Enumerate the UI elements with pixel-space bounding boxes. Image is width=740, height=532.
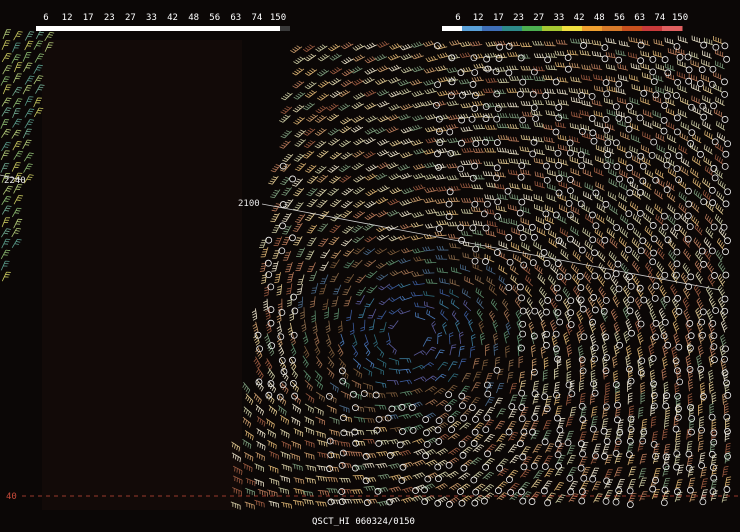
- wind-barb-tick: [685, 124, 687, 129]
- wind-barb-tick: [707, 108, 710, 113]
- wind-barb-tick: [624, 65, 627, 70]
- wind-barb-tick: [356, 300, 362, 303]
- wind-barb-tick: [622, 64, 624, 70]
- wind-barb-tick: [382, 362, 385, 367]
- wind-barb-tick: [559, 215, 562, 221]
- wind-barb-tick: [332, 276, 337, 278]
- wind-barb-tick: [613, 77, 616, 82]
- wind-barb-tick: [514, 194, 516, 200]
- wind-barb-tick: [467, 253, 469, 259]
- wind-barb-tick: [464, 253, 467, 258]
- wind-barb-tick: [543, 230, 545, 235]
- wind-barb-tick: [564, 218, 566, 223]
- wind-barb-tick: [308, 251, 314, 253]
- wind-barb-tick: [667, 133, 669, 139]
- wind-barb-tick: [329, 280, 335, 283]
- wind-barb-tick: [717, 97, 719, 103]
- wind-barb-tick: [307, 253, 312, 256]
- wind-barb-tick: [561, 217, 564, 222]
- wind-barb-tick: [536, 226, 539, 232]
- wind-barb-tick: [584, 111, 586, 116]
- wind-barb-tick: [305, 258, 310, 260]
- wind-barb-tick: [453, 267, 455, 272]
- wind-barb-tick: [494, 222, 496, 227]
- wind-barb-tick: [577, 124, 579, 130]
- wind-barb-tick: [644, 40, 646, 45]
- wind-barb-tick: [385, 363, 387, 368]
- wind-barb-tick: [490, 267, 493, 272]
- wind-barb-tick: [671, 136, 673, 141]
- wind-barb-tick: [687, 125, 689, 130]
- wind-barb-tick: [646, 40, 649, 46]
- wind-barb-tick: [719, 99, 722, 104]
- wind-barb-tick: [488, 266, 490, 271]
- wind-barb-tick: [509, 193, 511, 198]
- wind-barb-tick: [635, 53, 637, 59]
- wind-barb-tick: [486, 265, 488, 270]
- wind-barb-tick: [613, 180, 615, 185]
- wind-barb-tick: [474, 360, 480, 362]
- no-data-swath: [42, 40, 242, 510]
- wind-barb-tick: [641, 39, 644, 44]
- wind-barb-tick: [565, 136, 567, 141]
- wind-barb-tick: [474, 363, 479, 365]
- wind-barb-tick: [596, 100, 598, 105]
- wind-barb-tick: [455, 268, 458, 273]
- wind-barb-tick: [569, 122, 572, 128]
- wind-barb-tick: [594, 99, 596, 105]
- wind-barb-tick: [623, 171, 626, 177]
- scatterometer-wind-map: 40 2240 2100 6 12 17 23 27 33 42 48 56 63 74 150 61…: [0, 0, 740, 532]
- wind-barb-tick: [539, 228, 541, 233]
- wind-barb-tick: [669, 135, 671, 140]
- wind-barb-tick: [516, 195, 519, 200]
- wind-barb-tick: [475, 358, 480, 360]
- wind-barb-tick: [587, 111, 589, 116]
- wind-barb-tick: [306, 255, 311, 258]
- wind-barb-tick: [617, 63, 619, 69]
- wind-barb-tick: [426, 339, 431, 341]
- wind-barb-tick: [450, 266, 453, 272]
- wind-barb-tick: [621, 170, 623, 175]
- wind-barb-tick: [511, 194, 514, 199]
- wind-barb-tick: [462, 252, 464, 257]
- wind-barb-tick: [541, 229, 543, 234]
- wind-barb-tick: [608, 76, 611, 81]
- wind-barb-tick: [611, 76, 613, 82]
- wind-barb-tick: [489, 220, 491, 226]
- wind-barb-tick: [608, 178, 610, 183]
- wind-barb-tick: [492, 221, 494, 226]
- wind-barb-tick: [579, 109, 581, 115]
- wind-barb-tick: [619, 169, 621, 174]
- wind-barb-tick: [599, 101, 601, 106]
- wind-barb-tick: [330, 278, 336, 280]
- wind-barb-tick: [615, 181, 617, 187]
- wind-barb-tick: [557, 134, 559, 139]
- wind-barb-tick: [627, 52, 630, 57]
- wind-barb-tick: [673, 137, 676, 142]
- wind-barb-tick: [715, 96, 717, 102]
- wind-barb-tick: [682, 122, 685, 128]
- wind-barb-tick: [355, 303, 360, 305]
- wind-barb-tick: [591, 99, 593, 104]
- wind-barb-tick: [427, 337, 433, 339]
- wind-barb-tick: [574, 124, 577, 129]
- wind-barb-tick: [703, 106, 705, 111]
- wind-barb-tick: [722, 100, 724, 105]
- wind-barb-tick: [572, 123, 574, 128]
- wind-barb-tick: [680, 121, 682, 127]
- wind-barb-tick: [705, 107, 707, 112]
- wind-barb-tick: [619, 64, 622, 69]
- wind-barb-tick: [582, 110, 584, 115]
- wind-barb-tick: [610, 179, 613, 184]
- wind-barb-tick: [633, 53, 635, 58]
- wind-barb-tick: [486, 220, 489, 225]
- wind-barb-tick: [626, 172, 628, 178]
- wind-barb-tick: [630, 52, 632, 58]
- wind-barb-tick: [710, 109, 712, 115]
- wind-barb-tick: [562, 135, 564, 140]
- wind-barb-tick: [559, 134, 562, 140]
